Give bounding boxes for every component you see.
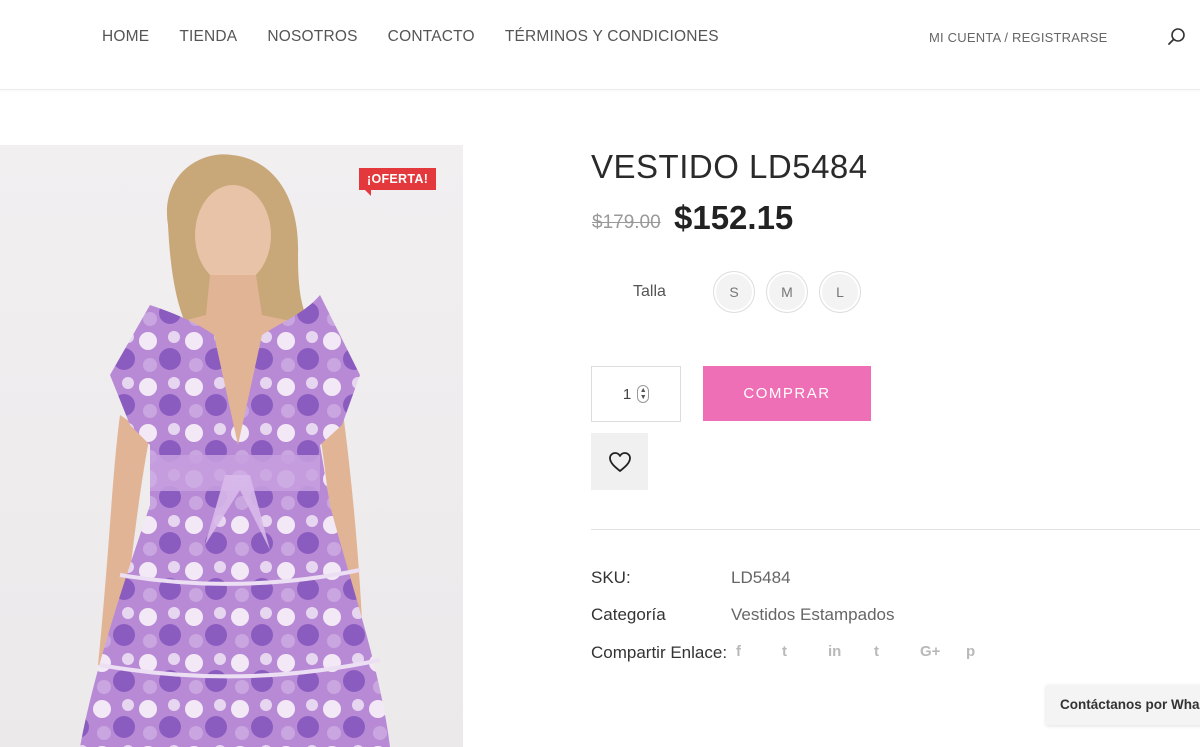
nav-contacto-link[interactable]: CONTACTO: [388, 28, 475, 46]
google-plus-icon[interactable]: G+: [920, 643, 966, 660]
category-label: Categoría: [591, 605, 666, 624]
size-option-l[interactable]: L: [819, 271, 861, 313]
linkedin-icon[interactable]: in: [828, 643, 874, 660]
divider: [591, 529, 1200, 530]
whatsapp-contact-button[interactable]: Contáctanos por Wha: [1046, 685, 1200, 725]
product-image[interactable]: [0, 145, 463, 747]
pinterest-icon[interactable]: p: [966, 643, 1012, 660]
size-options: S M L: [713, 271, 861, 313]
size-option-s[interactable]: S: [713, 271, 755, 313]
wishlist-button[interactable]: [591, 433, 648, 490]
size-option-m[interactable]: M: [766, 271, 808, 313]
tumblr-icon[interactable]: t: [874, 643, 920, 660]
sku-label: SKU:: [591, 568, 631, 587]
old-price: $179.00: [592, 212, 661, 233]
quantity-spinner-icon[interactable]: ▲ ▼: [637, 385, 650, 403]
quantity-value: 1: [622, 385, 632, 403]
heart-icon: [608, 451, 631, 472]
twitter-icon[interactable]: t: [782, 643, 828, 660]
facebook-icon[interactable]: f: [736, 643, 782, 660]
size-label: Talla: [633, 283, 666, 300]
chevron-down-icon[interactable]: ▼: [640, 394, 647, 401]
dress-photo: [80, 154, 390, 747]
share-icons: f t in t G+ p: [736, 643, 1012, 660]
size-option-label: S: [716, 274, 752, 310]
sale-badge: ¡OFERTA!: [359, 168, 437, 196]
nav-nosotros-link[interactable]: NOSOTROS: [267, 28, 357, 46]
site-header: HOME TIENDA NOSOTROS CONTACTO TÉRMINOS Y…: [0, 0, 1200, 90]
nav-home-link[interactable]: HOME: [102, 28, 149, 46]
size-option-label: M: [769, 274, 805, 310]
size-option-label: L: [822, 274, 858, 310]
account-link[interactable]: MI CUENTA / REGISTRARSE: [929, 30, 1107, 45]
nav-tienda-link[interactable]: TIENDA: [179, 28, 237, 46]
quantity-stepper[interactable]: 1 ▲ ▼: [591, 366, 681, 422]
sale-price: $152.15: [674, 199, 794, 236]
product-title: VESTIDO LD5484: [591, 148, 868, 185]
chevron-up-icon[interactable]: ▲: [640, 387, 647, 394]
main-nav: HOME TIENDA NOSOTROS CONTACTO TÉRMINOS Y…: [102, 28, 719, 46]
sku-value: LD5484: [731, 568, 791, 587]
share-label: Compartir Enlace:: [591, 643, 728, 662]
buy-button[interactable]: COMPRAR: [703, 366, 871, 421]
category-link[interactable]: Vestidos Estampados: [731, 605, 894, 625]
nav-terminos-link[interactable]: TÉRMINOS Y CONDICIONES: [505, 28, 719, 46]
search-icon[interactable]: [1166, 26, 1188, 48]
